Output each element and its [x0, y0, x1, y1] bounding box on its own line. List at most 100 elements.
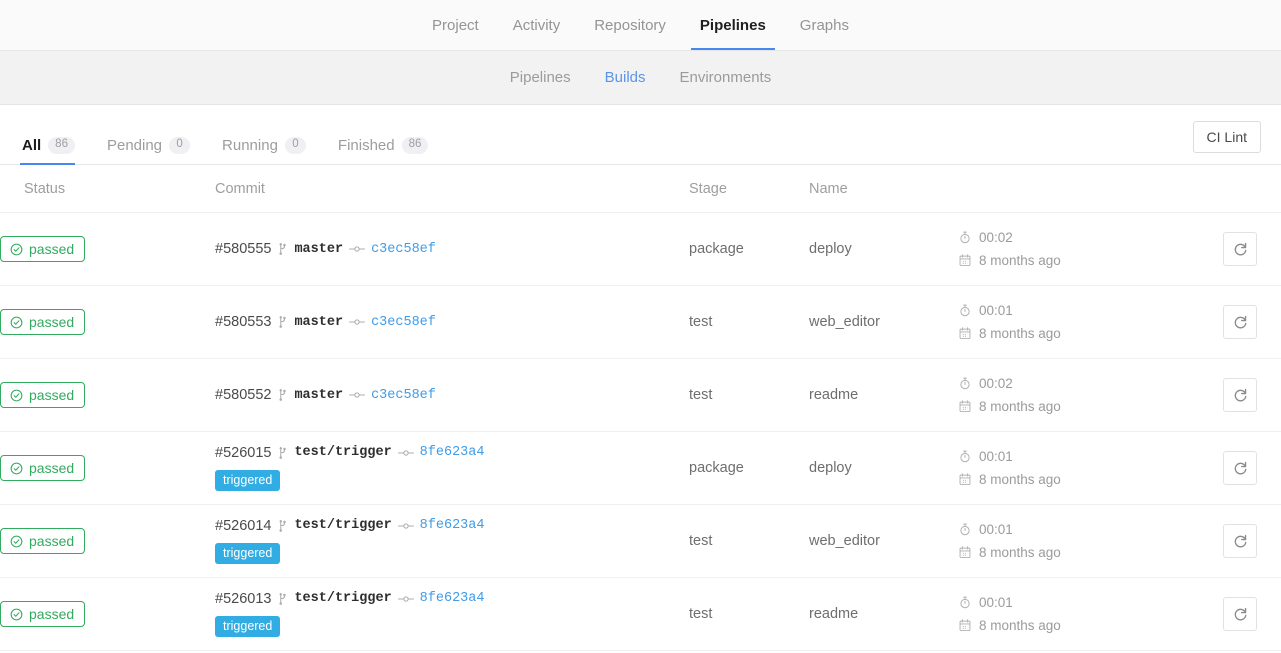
status-badge[interactable]: passed — [0, 309, 85, 335]
calendar-icon — [959, 254, 971, 267]
filter-tab-all[interactable]: All86 — [20, 137, 87, 164]
subnav-item-environments[interactable]: Environments — [663, 69, 789, 86]
status-label: passed — [29, 242, 74, 256]
subnav-item-builds[interactable]: Builds — [588, 69, 663, 86]
status-badge[interactable]: passed — [0, 382, 85, 408]
finished-line: 8 months ago — [959, 545, 1209, 560]
commit-icon — [349, 317, 365, 327]
finished-line: 8 months ago — [959, 472, 1209, 487]
build-id-link[interactable]: #526014 — [215, 518, 271, 534]
table-row[interactable]: passed#580555masterc3ec58efpackagedeploy… — [0, 213, 1281, 286]
project-nav-item-pipelines[interactable]: Pipelines — [683, 0, 783, 50]
duration-text: 00:01 — [979, 449, 1013, 464]
commit-icon — [398, 448, 414, 458]
filter-tab-label: Pending — [107, 137, 162, 154]
branch-link[interactable]: master — [294, 315, 343, 330]
status-badge[interactable]: passed — [0, 601, 85, 627]
timer-icon — [959, 450, 971, 463]
builds-filter-bar: All86 Pending0 Running0 Finished86 CI Lint — [0, 105, 1281, 165]
build-id-link[interactable]: #526015 — [215, 445, 271, 461]
retry-icon — [1233, 242, 1248, 257]
cell-name: web_editor — [809, 505, 959, 578]
column-header-name: Name — [809, 165, 959, 213]
table-row[interactable]: passed #526015 test/trigger 8fe623a4 trigger… — [0, 432, 1281, 505]
branch-link[interactable]: test/trigger — [294, 445, 391, 460]
duration-line: 00:01 — [959, 303, 1209, 318]
retry-button[interactable] — [1223, 305, 1257, 339]
project-nav-item-graphs[interactable]: Graphs — [783, 0, 866, 50]
cell-actions — [1209, 505, 1281, 578]
triggered-badge: triggered — [215, 543, 280, 565]
project-nav-item-activity[interactable]: Activity — [496, 0, 578, 50]
duration-text: 00:02 — [979, 376, 1013, 391]
status-label: passed — [29, 607, 74, 621]
filter-tab-finished[interactable]: Finished86 — [326, 137, 441, 164]
check-circle-icon — [10, 316, 23, 329]
commit-sha-link[interactable]: 8fe623a4 — [420, 445, 485, 460]
cell-meta: 00:018 months ago — [959, 578, 1209, 651]
cell-actions — [1209, 286, 1281, 359]
filter-tab-count: 86 — [402, 137, 429, 154]
build-id-link[interactable]: #580555 — [215, 241, 271, 257]
status-label: passed — [29, 388, 74, 402]
build-id-link[interactable]: #580553 — [215, 314, 271, 330]
commit-line: #526013 test/trigger 8fe623a4 — [215, 591, 689, 607]
status-badge[interactable]: passed — [0, 455, 85, 481]
status-label: passed — [29, 461, 74, 475]
triggered-badge: triggered — [215, 470, 280, 492]
branch-link[interactable]: master — [294, 388, 343, 403]
cell-name: readme — [809, 359, 959, 432]
duration-text: 00:02 — [979, 230, 1013, 245]
cell-stage: package — [689, 213, 809, 286]
finished-text: 8 months ago — [979, 326, 1061, 341]
subnav-item-pipelines[interactable]: Pipelines — [493, 69, 588, 86]
project-nav-item-project[interactable]: Project — [415, 0, 496, 50]
finished-text: 8 months ago — [979, 545, 1061, 560]
retry-button[interactable] — [1223, 378, 1257, 412]
build-id-link[interactable]: #526013 — [215, 591, 271, 607]
table-row[interactable]: passed#526013test/trigger8fe623a4trigger… — [0, 578, 1281, 651]
cell-status: passed — [0, 286, 215, 359]
branch-link[interactable]: master — [294, 242, 343, 257]
table-row[interactable]: passed #526014 test/trigger 8fe623a4 trigger… — [0, 505, 1281, 578]
cell-status: passed — [0, 578, 215, 651]
table-row[interactable]: passed#580552masterc3ec58eftestreadme00:… — [0, 359, 1281, 432]
commit-sha-link[interactable]: c3ec58ef — [371, 315, 436, 330]
retry-button[interactable] — [1223, 451, 1257, 485]
cell-meta: 00:01 8 months ago — [959, 505, 1209, 578]
retry-button[interactable] — [1223, 597, 1257, 631]
status-badge[interactable]: passed — [0, 528, 85, 554]
commit-icon — [349, 390, 365, 400]
timer-icon — [959, 377, 971, 390]
filter-tab-count: 86 — [48, 137, 75, 154]
branch-icon — [277, 519, 288, 533]
filter-tab-pending[interactable]: Pending0 — [95, 137, 202, 164]
filter-tab-running[interactable]: Running0 — [210, 137, 318, 164]
cell-actions — [1209, 359, 1281, 432]
project-nav-item-repository[interactable]: Repository — [577, 0, 683, 50]
retry-icon — [1233, 388, 1248, 403]
retry-button[interactable] — [1223, 524, 1257, 558]
duration-line: 00:02 — [959, 376, 1209, 391]
commit-sha-link[interactable]: c3ec58ef — [371, 242, 436, 257]
check-circle-icon — [10, 608, 23, 621]
branch-link[interactable]: test/trigger — [294, 591, 391, 606]
commit-icon — [398, 521, 414, 531]
branch-icon — [277, 315, 288, 329]
cell-status: passed — [0, 432, 215, 505]
cell-stage: test — [689, 505, 809, 578]
retry-button[interactable] — [1223, 232, 1257, 266]
timer-icon — [959, 596, 971, 609]
table-row[interactable]: passed#580553masterc3ec58eftestweb_edito… — [0, 286, 1281, 359]
ci-lint-button[interactable]: CI Lint — [1193, 121, 1261, 153]
branch-link[interactable]: test/trigger — [294, 518, 391, 533]
commit-sha-link[interactable]: 8fe623a4 — [420, 591, 485, 606]
commit-line: #526014 test/trigger 8fe623a4 — [215, 518, 689, 534]
duration-text: 00:01 — [979, 522, 1013, 537]
build-id-link[interactable]: #580552 — [215, 387, 271, 403]
branch-icon — [277, 446, 288, 460]
commit-sha-link[interactable]: c3ec58ef — [371, 388, 436, 403]
status-badge[interactable]: passed — [0, 236, 85, 262]
cell-actions — [1209, 213, 1281, 286]
commit-sha-link[interactable]: 8fe623a4 — [420, 518, 485, 533]
